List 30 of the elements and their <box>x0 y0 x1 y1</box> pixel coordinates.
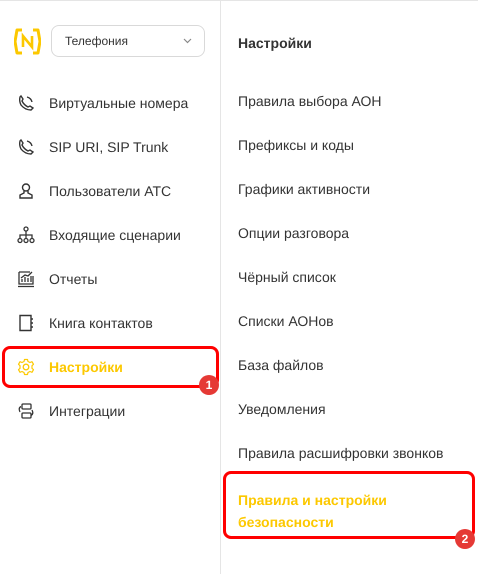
nav-item[interactable]: Входящие сценарии <box>0 213 185 257</box>
product-dropdown[interactable]: Телефония <box>51 25 205 57</box>
nav-item[interactable]: Интеграции <box>0 389 130 433</box>
phone-icon <box>17 138 35 156</box>
user-icon <box>17 182 35 200</box>
settings-icon <box>17 358 35 376</box>
sync-icon <box>17 402 35 420</box>
step-number-badge: 2 <box>455 529 475 549</box>
submenu-item[interactable]: Правила расшифровки звонков <box>221 431 478 475</box>
step-number-badge: 1 <box>199 375 219 395</box>
submenu-item[interactable]: Графики активности <box>221 167 478 211</box>
submenu-item[interactable]: Префиксы и коды <box>221 123 478 167</box>
section-title: Настройки <box>237 34 313 53</box>
chart-icon <box>17 270 35 288</box>
nav-item[interactable]: Книга контактов <box>0 301 157 345</box>
nav-item[interactable]: Отчеты <box>0 257 102 301</box>
logo-icon <box>14 26 41 56</box>
submenu-item[interactable]: Чёрный список <box>221 255 478 299</box>
nav-item[interactable]: SIP URI, SIP Trunk <box>0 125 172 169</box>
chevron-down-icon <box>183 38 192 44</box>
submenu-item[interactable]: Уведомления <box>221 387 478 431</box>
notebook-icon <box>17 314 35 332</box>
nav-item[interactable]: Виртуальные номера <box>0 81 192 125</box>
phone-icon <box>17 94 35 112</box>
nav-item[interactable]: Пользователи АТС <box>0 169 176 213</box>
submenu-item[interactable]: Списки АОНов <box>221 299 478 343</box>
submenu-item[interactable]: База файлов <box>221 343 478 387</box>
hierarchy-icon <box>17 226 35 244</box>
submenu-item[interactable]: Правила выбора АОН <box>221 79 478 123</box>
submenu-item[interactable]: Опции разговора <box>221 211 478 255</box>
